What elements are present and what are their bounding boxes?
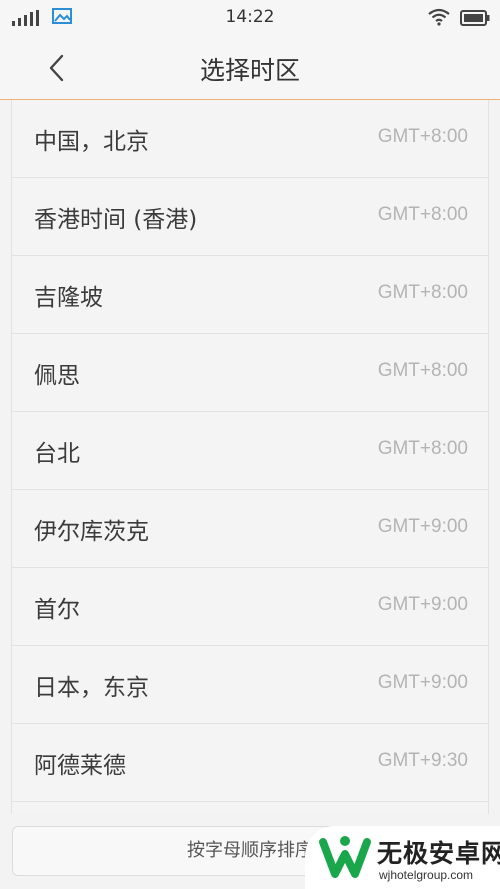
watermark-logo-icon [319,836,371,878]
timezone-city: 台北 [34,441,80,467]
battery-icon [460,10,490,26]
watermark: 无极安卓网 wjhotelgroup.com [305,826,500,889]
watermark-url: wjhotelgroup.com [379,868,474,882]
timezone-row[interactable]: 中国，北京 GMT+8:00 [12,100,488,178]
timezone-row[interactable]: 吉隆坡 GMT+8:00 [12,256,488,334]
wifi-icon [428,8,450,26]
header: 选择时区 [0,36,500,100]
timezone-city: 首尔 [34,597,80,623]
timezone-row[interactable]: 阿德莱德 GMT+9:30 [12,724,488,802]
timezone-city: 伊尔库茨克 [34,519,149,545]
status-time: 14:22 [225,7,275,27]
timezone-offset: GMT+8:00 [377,126,468,147]
page-title: 选择时区 [199,56,300,85]
timezone-city: 中国，北京 [34,129,149,155]
timezone-offset: GMT+8:00 [377,282,468,303]
timezone-offset: GMT+8:00 [377,360,468,381]
timezone-row[interactable]: 伊尔库茨克 GMT+9:00 [12,490,488,568]
timezone-row[interactable]: 日本，东京 GMT+9:00 [12,646,488,724]
timezone-city: 佩思 [34,363,80,389]
timezone-offset: GMT+9:00 [377,672,468,693]
timezone-offset: GMT+8:00 [377,438,468,459]
timezone-list[interactable]: 中国，北京 GMT+8:00 香港时间 (香港) GMT+8:00 吉隆坡 GM… [11,100,489,814]
timezone-row[interactable]: 佩思 GMT+8:00 [12,334,488,412]
timezone-city: 香港时间 (香港) [34,207,198,233]
timezone-city: 阿德莱德 [34,753,126,779]
timezone-offset: GMT+8:00 [377,204,468,225]
timezone-offset: GMT+9:00 [377,594,468,615]
timezone-city: 日本，东京 [34,675,149,701]
timezone-offset: GMT+9:30 [377,750,468,771]
timezone-row[interactable] [12,802,488,814]
watermark-title: 无极安卓网 [377,839,500,868]
timezone-offset: GMT+9:00 [377,516,468,537]
timezone-city: 吉隆坡 [34,285,103,311]
status-bar: 14:22 [0,0,500,36]
timezone-row[interactable]: 首尔 GMT+9:00 [12,568,488,646]
timezone-row[interactable]: 香港时间 (香港) GMT+8:00 [12,178,488,256]
timezone-row[interactable]: 台北 GMT+8:00 [12,412,488,490]
